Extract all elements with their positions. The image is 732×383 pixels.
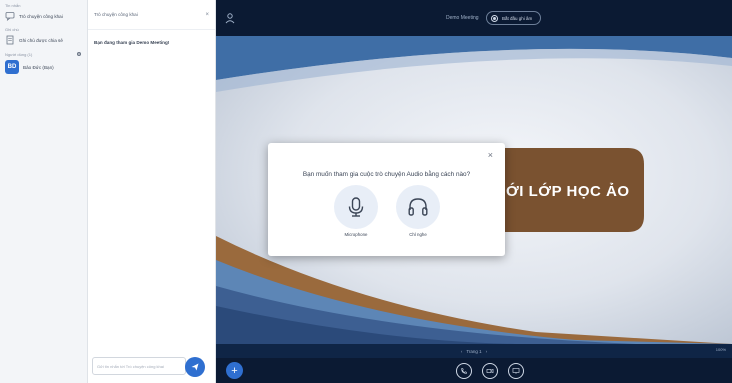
audio-modal: × Bạn muốn tham gia cuộc trò chuyện Audi… [268, 143, 505, 256]
listen-only-label: Chỉ nghe [409, 232, 427, 237]
listen-only-option[interactable]: Chỉ nghe [394, 185, 442, 237]
listen-only-button[interactable] [396, 185, 440, 229]
microphone-option[interactable]: Microphone [332, 185, 380, 237]
modal-overlay: × Bạn muốn tham gia cuộc trò chuyện Audi… [0, 0, 732, 383]
microphone-label: Microphone [344, 232, 368, 237]
microphone-icon [348, 197, 364, 217]
headphones-icon [408, 198, 428, 216]
audio-modal-question: Bạn muốn tham gia cuộc trò chuyện Audio … [302, 171, 471, 178]
close-icon[interactable]: × [488, 151, 493, 160]
microphone-button[interactable] [334, 185, 378, 229]
